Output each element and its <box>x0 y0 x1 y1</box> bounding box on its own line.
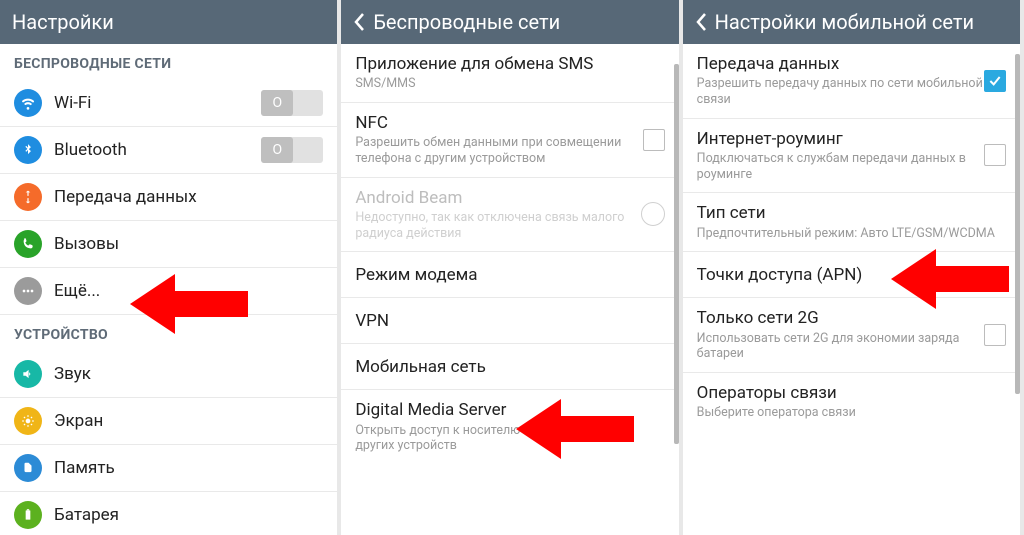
section-device: УСТРОЙСТВО <box>0 315 337 351</box>
wifi-toggle[interactable]: O <box>261 90 323 116</box>
row-data-usage[interactable]: Передача данных <box>0 174 337 221</box>
sound-label: Звук <box>54 364 323 384</box>
row-bluetooth[interactable]: Bluetooth O <box>0 127 337 174</box>
row-screen[interactable]: Экран <box>0 398 337 445</box>
scrollbar[interactable] <box>1015 44 1020 535</box>
header-wireless[interactable]: Беспроводные сети <box>341 0 678 44</box>
data-usage-icon <box>14 183 42 211</box>
storage-icon <box>14 454 42 482</box>
screen-wireless: Беспроводные сети Приложение для обмена … <box>341 0 682 535</box>
data-checkbox[interactable] <box>984 70 1006 92</box>
nfc-title: NFC <box>355 113 642 133</box>
row-android-beam: Android Beam Недоступно, так как отключе… <box>341 178 678 253</box>
only2g-checkbox[interactable] <box>984 324 1006 346</box>
sms-title: Приложение для обмена SMS <box>355 54 664 74</box>
row-roaming[interactable]: Интернет-роуминг Подключаться к службам … <box>683 119 1020 194</box>
header-mobile-network[interactable]: Настройки мобильной сети <box>683 0 1020 44</box>
screen-label: Экран <box>54 411 323 431</box>
only2g-sub: Использовать сети 2G для экономии заряда… <box>697 331 984 362</box>
header-title: Беспроводные сети <box>373 10 560 34</box>
back-icon[interactable] <box>353 12 367 32</box>
bluetooth-toggle[interactable]: O <box>261 137 323 163</box>
dms-title: Digital Media Server <box>355 400 664 420</box>
nettype-sub: Предпочтительный режим: Авто LTE/GSM/WCD… <box>697 226 1006 242</box>
row-only-2g[interactable]: Только сети 2G Использовать сети 2G для … <box>683 298 1020 373</box>
row-sms-app[interactable]: Приложение для обмена SMS SMS/MMS <box>341 44 678 103</box>
row-battery[interactable]: Батарея <box>0 492 337 535</box>
operators-sub: Выберите оператора связи <box>697 405 1006 421</box>
row-mobile-network[interactable]: Мобильная сеть <box>341 344 678 390</box>
beam-title: Android Beam <box>355 188 640 208</box>
beam-toggle <box>641 202 665 226</box>
battery-icon <box>14 501 42 529</box>
row-more[interactable]: Ещё... <box>0 268 337 315</box>
roaming-checkbox[interactable] <box>984 144 1006 166</box>
header-title: Настройки <box>12 10 114 34</box>
screen-mobile-network: Настройки мобильной сети Передача данных… <box>683 0 1024 535</box>
scrollbar-thumb[interactable] <box>674 64 679 444</box>
wireless-list: Приложение для обмена SMS SMS/MMS NFC Ра… <box>341 44 678 535</box>
more-icon <box>14 277 42 305</box>
settings-list: БЕСПРОВОДНЫЕ СЕТИ Wi-Fi O Bluetooth O Пе… <box>0 44 337 535</box>
operators-title: Операторы связи <box>697 383 1006 403</box>
row-sound[interactable]: Звук <box>0 351 337 398</box>
row-dms[interactable]: Digital Media Server Открыть доступ к но… <box>341 390 678 464</box>
more-label: Ещё... <box>54 281 323 301</box>
data-title: Передача данных <box>697 54 984 74</box>
tether-title: Режим модема <box>355 265 664 285</box>
screen-settings: Настройки БЕСПРОВОДНЫЕ СЕТИ Wi-Fi O Blue… <box>0 0 341 535</box>
battery-label: Батарея <box>54 505 323 525</box>
row-data-transfer[interactable]: Передача данных Разрешить передачу данны… <box>683 44 1020 119</box>
nfc-sub: Разрешить обмен данными при совмещении т… <box>355 135 642 166</box>
dms-sub: Открыть доступ к носителю информации для… <box>355 423 664 454</box>
vpn-title: VPN <box>355 311 664 331</box>
header-title: Настройки мобильной сети <box>715 10 974 34</box>
back-icon[interactable] <box>695 12 709 32</box>
mobile-network-list: Передача данных Разрешить передачу данны… <box>683 44 1020 535</box>
row-calls[interactable]: Вызовы <box>0 221 337 268</box>
wifi-icon <box>14 89 42 117</box>
row-wifi[interactable]: Wi-Fi O <box>0 80 337 127</box>
row-vpn[interactable]: VPN <box>341 298 678 344</box>
scrollbar[interactable] <box>674 44 679 535</box>
row-apn[interactable]: Точки доступа (APN) <box>683 252 1020 298</box>
nettype-title: Тип сети <box>697 203 1006 223</box>
roaming-sub: Подключаться к службам передачи данных в… <box>697 151 984 182</box>
mobile-title: Мобильная сеть <box>355 357 664 377</box>
section-wireless: БЕСПРОВОДНЫЕ СЕТИ <box>0 44 337 80</box>
data-usage-label: Передача данных <box>54 187 323 207</box>
wifi-label: Wi-Fi <box>54 93 261 113</box>
row-nfc[interactable]: NFC Разрешить обмен данными при совмещен… <box>341 103 678 178</box>
nfc-checkbox[interactable] <box>643 129 665 151</box>
header-settings: Настройки <box>0 0 337 44</box>
roaming-title: Интернет-роуминг <box>697 129 984 149</box>
brightness-icon <box>14 407 42 435</box>
beam-sub: Недоступно, так как отключена связь мало… <box>355 210 640 241</box>
bluetooth-label: Bluetooth <box>54 140 261 160</box>
only2g-title: Только сети 2G <box>697 308 984 328</box>
row-network-type[interactable]: Тип сети Предпочтительный режим: Авто LT… <box>683 193 1020 252</box>
phone-icon <box>14 230 42 258</box>
row-memory[interactable]: Память <box>0 445 337 492</box>
scrollbar-thumb[interactable] <box>1015 54 1020 394</box>
row-operators[interactable]: Операторы связи Выберите оператора связи <box>683 373 1020 431</box>
sound-icon <box>14 360 42 388</box>
calls-label: Вызовы <box>54 234 323 254</box>
apn-title: Точки доступа (APN) <box>697 265 1006 285</box>
memory-label: Память <box>54 458 323 478</box>
row-tethering[interactable]: Режим модема <box>341 252 678 298</box>
bluetooth-icon <box>14 136 42 164</box>
data-sub: Разрешить передачу данных по сети мобиль… <box>697 76 984 107</box>
sms-sub: SMS/MMS <box>355 76 664 92</box>
